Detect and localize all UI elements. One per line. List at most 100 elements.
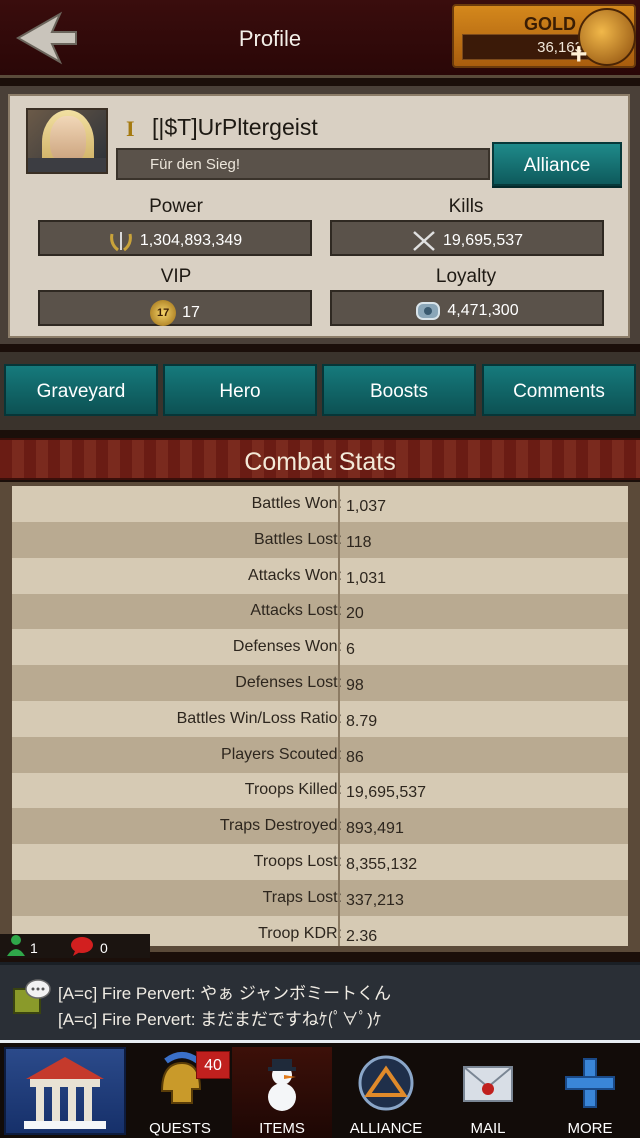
nav-quests-label: QUESTS: [149, 1120, 211, 1137]
combat-stat-row: Battles Won: 1,037: [12, 486, 628, 522]
vip-value: 17: [182, 304, 200, 322]
combat-stat-value: 8,355,132: [346, 856, 418, 873]
loyalty-label: Loyalty: [435, 266, 497, 287]
nav-alliance[interactable]: ALLIANCE: [336, 1047, 436, 1138]
vip-label: VIP: [160, 266, 192, 287]
tab-boosts[interactable]: Boosts: [322, 364, 476, 416]
combat-stat-label: Battles Win/Loss Ratio:: [176, 709, 342, 727]
chat-panel[interactable]: [A=c] Fire Pervert: やぁ ジャンボミートくん [A=c] F…: [0, 962, 640, 1042]
bottom-nav: 40 QUESTS ITEMS ALLIANCE MAIL MORE: [0, 1040, 640, 1138]
tab-graveyard[interactable]: Graveyard: [4, 364, 158, 416]
combat-stat-label: Battles Lost:: [253, 530, 342, 548]
combat-stats-table[interactable]: Troop KDR: 2.36 Traps Lost: 337,213 Troops L…: [12, 486, 628, 946]
combat-stat-row: Troops Killed: 19,695,537: [12, 772, 628, 809]
nav-mail-label: MAIL: [470, 1120, 506, 1137]
combat-stat-value: 118: [346, 533, 372, 551]
combat-stat-row: Troops Lost: 8,355,132: [12, 844, 628, 880]
alliance-button[interactable]: Alliance: [492, 142, 622, 186]
gold-balance-button[interactable]: GOLD 36,163 +: [452, 4, 636, 71]
combat-stats-title: Combat Stats: [244, 448, 396, 476]
kills-value: 19,695,537: [442, 232, 524, 250]
combat-stat-row: Defenses Won: 6: [12, 629, 628, 666]
combat-stat-label: Troops Lost:: [253, 853, 342, 870]
combat-stats-header: Combat Stats: [0, 438, 640, 480]
tab-row: Graveyard Hero Boosts Comments: [0, 352, 640, 430]
combat-stat-label: Battles Won:: [251, 495, 342, 512]
combat-stat-label: Traps Lost:: [262, 888, 342, 906]
chat-icon: [13, 979, 51, 1014]
chat-message-1: [A=c] Fire Pervert: やぁ ジャンボミートくん: [58, 984, 392, 1003]
vip-badge-icon: 17: [150, 300, 177, 326]
gold-label: GOLD: [524, 14, 576, 34]
nav-alliance-label: ALLIANCE: [349, 1120, 423, 1137]
combat-stat-value: 98: [346, 677, 364, 694]
combat-stat-value: 20: [346, 605, 364, 623]
combat-stat-value: 19,695,537: [346, 784, 427, 802]
envelope-icon: [463, 1066, 513, 1102]
combat-stat-value: 893,491: [346, 820, 404, 838]
loyalty-value-box: 4,471,300: [330, 290, 604, 326]
loyalty-shield-icon: [416, 302, 441, 320]
online-members-count: 1: [30, 940, 38, 956]
nav-more[interactable]: MORE: [540, 1047, 640, 1138]
member-icon: [7, 935, 25, 956]
power-label: Power: [149, 196, 203, 217]
nav-mail[interactable]: MAIL: [438, 1047, 538, 1138]
home-button[interactable]: [4, 1047, 126, 1135]
combat-stat-value: 6: [346, 641, 355, 659]
combat-stat-label: Troop KDR:: [258, 924, 342, 942]
combat-stat-value: 1,031: [346, 569, 387, 587]
combat-stat-label: Defenses Won:: [232, 638, 342, 656]
nav-more-label: MORE: [567, 1120, 613, 1137]
plus-icon: +: [570, 38, 588, 71]
vip-value-box: 17 17: [38, 290, 312, 326]
quests-badge: 40: [196, 1051, 230, 1079]
combat-stat-row: Traps Lost: 337,213: [12, 879, 628, 916]
combat-stat-row: Attacks Lost: 20: [12, 593, 628, 630]
kills-label: Kills: [448, 196, 484, 217]
combat-stat-row: Attacks Won: 1,031: [12, 557, 628, 594]
kills-value-box: 19,695,537: [330, 220, 604, 256]
column-divider: [338, 486, 340, 946]
nav-items[interactable]: ITEMS: [232, 1047, 332, 1138]
combat-stat-row: Battles Win/Loss Ratio: 8.79: [12, 700, 628, 737]
laurel-sword-icon: [109, 232, 132, 252]
tab-comments[interactable]: Comments: [482, 364, 636, 416]
player-name: [|$T]UrPltergeist: [152, 114, 318, 140]
combat-stat-value: 8.79: [346, 712, 378, 730]
crossed-swords-icon: [413, 231, 435, 251]
power-value-box: 1,304,893,349: [38, 220, 312, 256]
motto-text: Für den Sieg!: [116, 148, 490, 180]
combat-stat-label: Defenses Lost:: [235, 674, 342, 691]
combat-stat-row: Players Scouted: 86: [12, 736, 628, 773]
nav-quests[interactable]: 40 QUESTS: [130, 1047, 230, 1138]
unread-messages-count: 0: [100, 940, 108, 956]
combat-stat-value: 86: [346, 748, 364, 766]
avatar[interactable]: [26, 108, 108, 174]
combat-stat-value: 1,037: [346, 498, 387, 515]
online-indicator[interactable]: 1 0: [0, 934, 150, 958]
palace-icon: [24, 1057, 106, 1129]
chat-message-2: [A=c] Fire Pervert: まだまだですねｹ(ﾟ∀ﾟ)ｹ: [58, 1010, 382, 1029]
profile-card: I [|$T]UrPltergeist Für den Sieg! Allian…: [0, 86, 640, 344]
chat-bubble-icon: [71, 937, 93, 956]
top-bar: Profile GOLD 36,163 +: [0, 0, 640, 78]
alliance-shield-icon: [358, 1055, 414, 1111]
rank-badge: I: [126, 116, 135, 141]
combat-stats-frame: Troop KDR: 2.36 Traps Lost: 337,213 Troops L…: [0, 482, 640, 952]
combat-stat-label: Troops Killed:: [244, 781, 342, 799]
combat-stat-label: Traps Destroyed:: [219, 817, 342, 835]
combat-stat-label: Players Scouted:: [221, 745, 342, 763]
plus-icon: [565, 1058, 615, 1108]
loyalty-value: 4,471,300: [447, 302, 519, 320]
combat-stat-row: Defenses Lost: 98: [12, 665, 628, 701]
tab-hero[interactable]: Hero: [163, 364, 317, 416]
combat-stat-label: Attacks Won:: [248, 566, 342, 584]
combat-stat-value: 337,213: [346, 891, 404, 909]
combat-stat-row: Traps Destroyed: 893,491: [12, 808, 628, 845]
snowman-icon: [268, 1059, 296, 1111]
profile-panel: I [|$T]UrPltergeist Für den Sieg! Allian…: [8, 94, 630, 338]
nav-items-label: ITEMS: [259, 1120, 305, 1137]
combat-stat-row: Battles Lost: 118: [12, 521, 628, 558]
combat-stat-label: Attacks Lost:: [250, 602, 342, 620]
